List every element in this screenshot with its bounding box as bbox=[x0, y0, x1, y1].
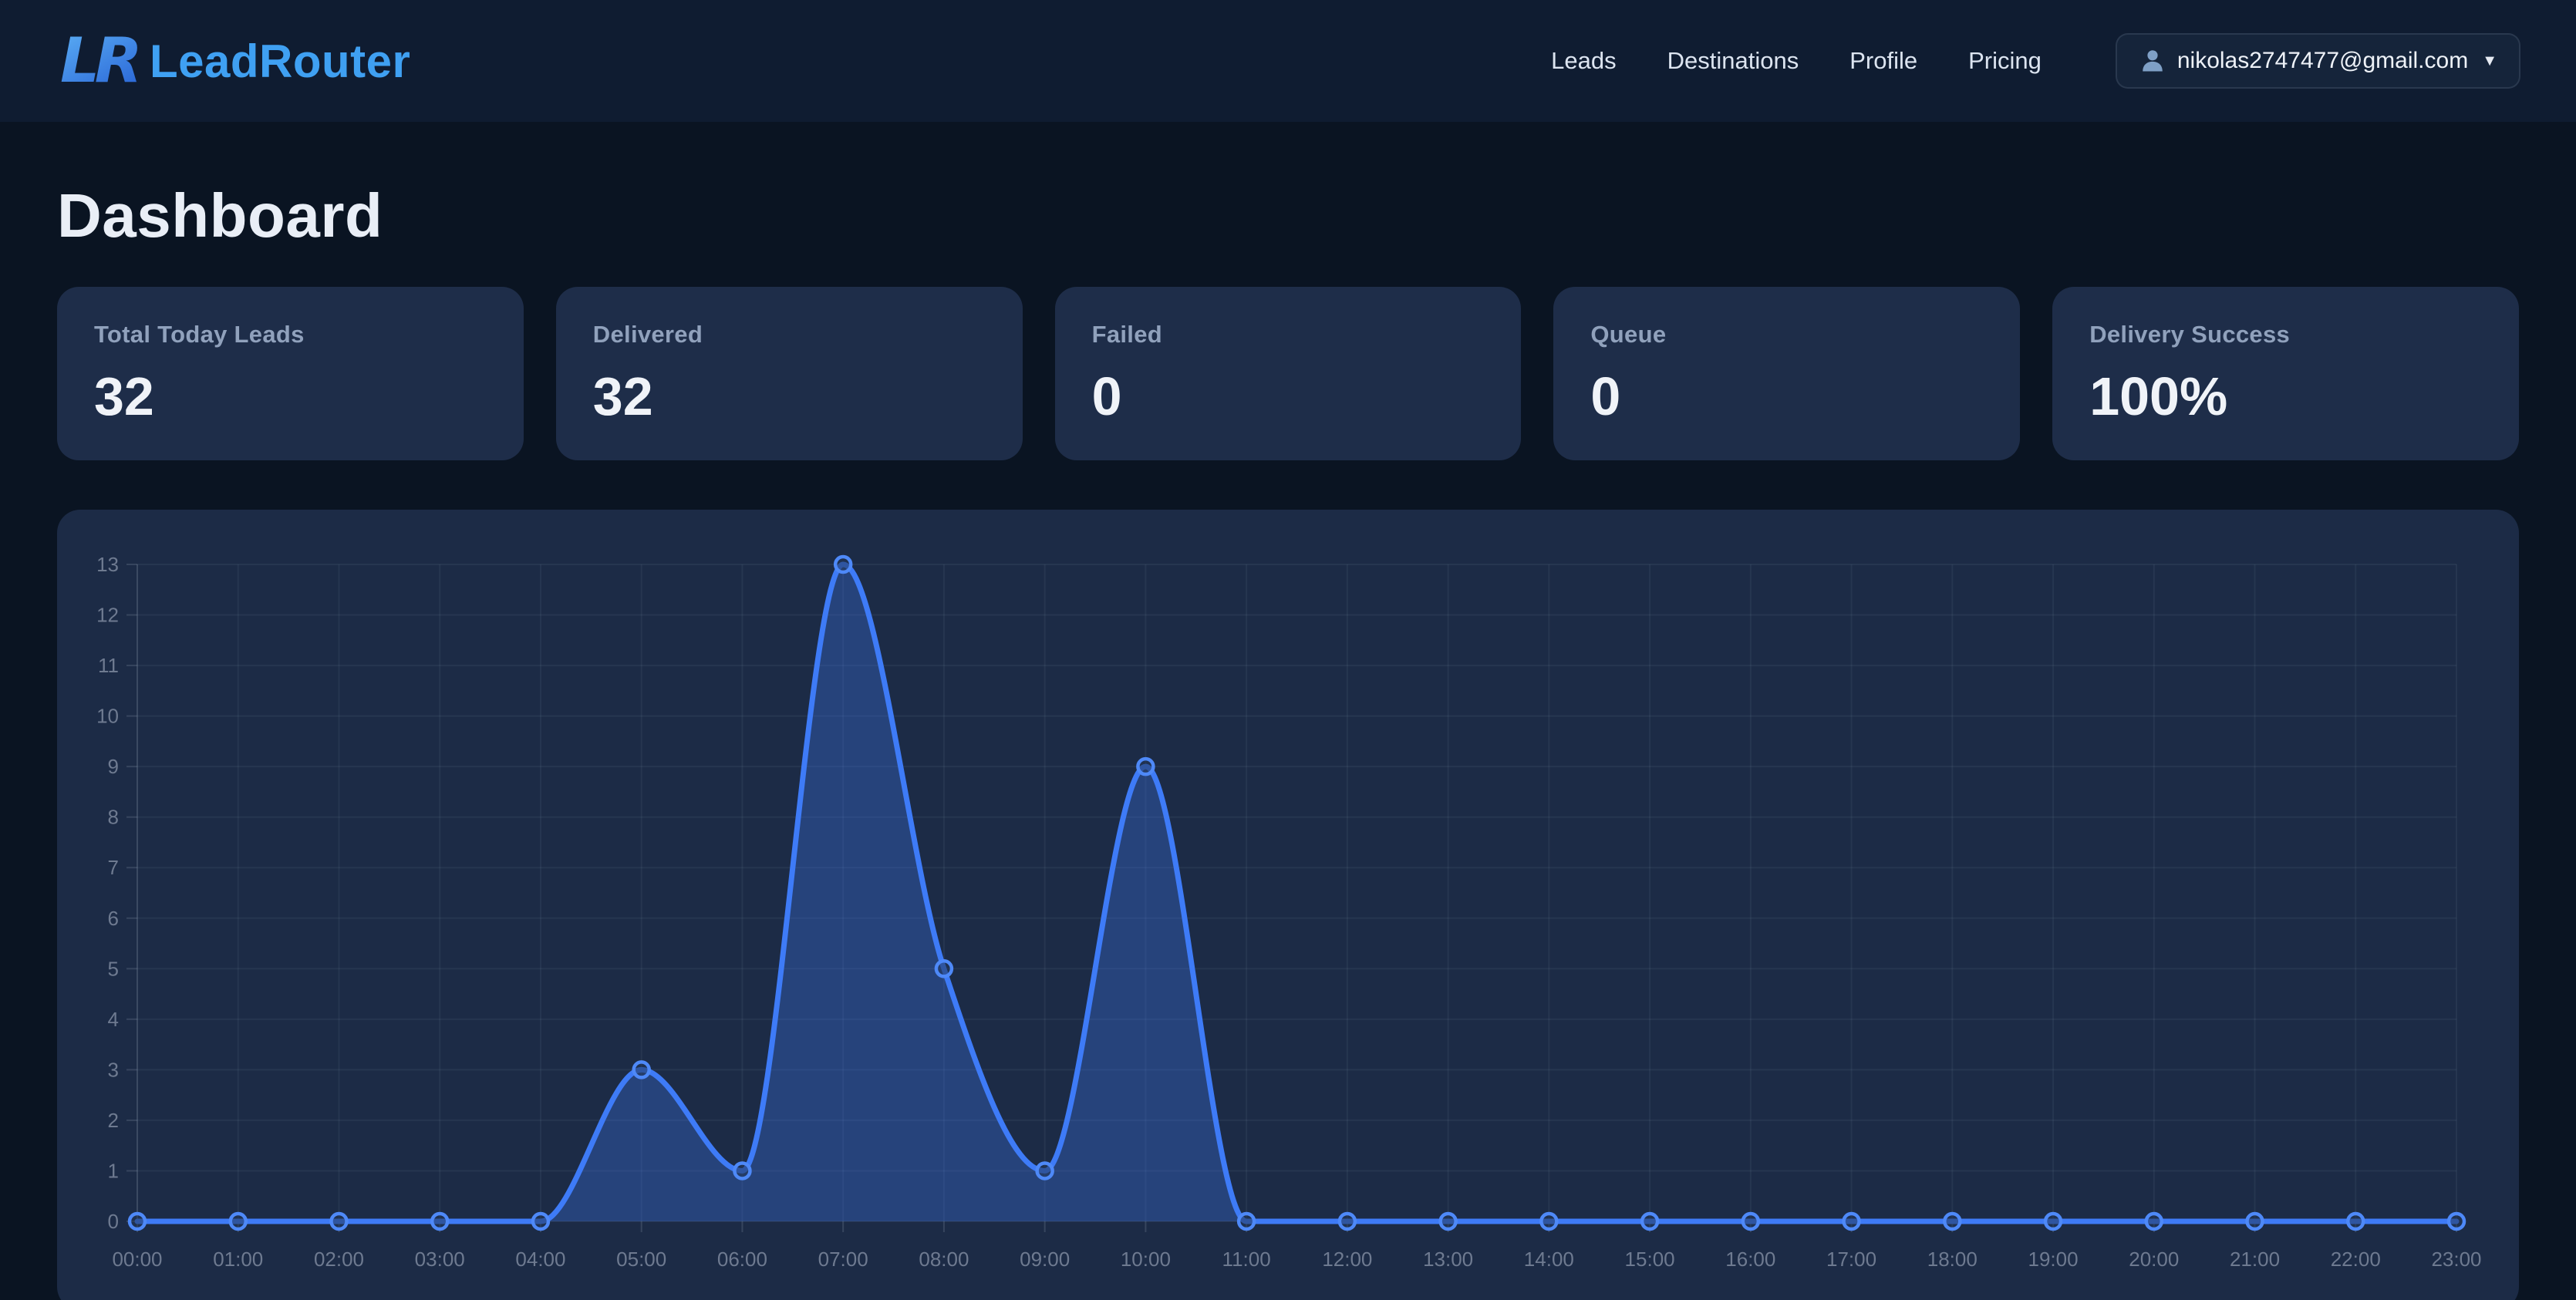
x-tick-label: 23:00 bbox=[2431, 1248, 2481, 1271]
dashboard-page: Dashboard Total Today Leads 32 Delivered… bbox=[0, 180, 2576, 1300]
y-tick-label: 3 bbox=[108, 1058, 119, 1081]
y-tick-label: 0 bbox=[108, 1210, 119, 1233]
data-point bbox=[1541, 1214, 1556, 1229]
data-point bbox=[432, 1214, 447, 1229]
data-point bbox=[331, 1214, 346, 1229]
x-tick-label: 07:00 bbox=[818, 1248, 868, 1271]
x-tick-label: 20:00 bbox=[2129, 1248, 2179, 1271]
series-line bbox=[137, 564, 2456, 1221]
x-tick-label: 05:00 bbox=[616, 1248, 666, 1271]
data-point bbox=[231, 1214, 246, 1229]
data-point bbox=[2045, 1214, 2061, 1229]
stat-label: Total Today Leads bbox=[94, 321, 487, 349]
x-tick-label: 00:00 bbox=[112, 1248, 162, 1271]
x-tick-label: 15:00 bbox=[1625, 1248, 1675, 1271]
x-tick-label: 19:00 bbox=[2028, 1248, 2079, 1271]
y-tick-label: 7 bbox=[108, 856, 119, 879]
y-tick-label: 11 bbox=[98, 654, 119, 677]
y-tick-label: 1 bbox=[108, 1159, 119, 1182]
stat-value: 32 bbox=[593, 365, 986, 427]
top-nav-bar: LR LeadRouter Leads Destinations Profile… bbox=[0, 0, 2576, 122]
data-point bbox=[1944, 1214, 1960, 1229]
data-point bbox=[1844, 1214, 1860, 1229]
data-point bbox=[936, 961, 952, 976]
data-point bbox=[533, 1214, 548, 1229]
data-point bbox=[2348, 1214, 2363, 1229]
x-tick-label: 04:00 bbox=[515, 1248, 565, 1271]
nav-item-destinations[interactable]: Destinations bbox=[1667, 47, 1799, 75]
user-email: nikolas2747477@gmail.com bbox=[2177, 48, 2468, 74]
data-point bbox=[1037, 1163, 1053, 1178]
data-point bbox=[1239, 1214, 1254, 1229]
stats-row: Total Today Leads 32 Delivered 32 Failed… bbox=[57, 287, 2519, 460]
data-point bbox=[1642, 1214, 1657, 1229]
data-point bbox=[130, 1214, 145, 1229]
x-tick-label: 22:00 bbox=[2331, 1248, 2381, 1271]
y-tick-label: 12 bbox=[96, 604, 119, 627]
data-point bbox=[1743, 1214, 1758, 1229]
data-point bbox=[1441, 1214, 1456, 1229]
x-tick-label: 16:00 bbox=[1725, 1248, 1775, 1271]
stat-label: Failed bbox=[1092, 321, 1485, 349]
main-nav: Leads Destinations Profile Pricing bbox=[1551, 47, 2042, 75]
stat-card-failed: Failed 0 bbox=[1055, 287, 1522, 460]
x-tick-label: 08:00 bbox=[919, 1248, 969, 1271]
stat-label: Queue bbox=[1590, 321, 1983, 349]
y-tick-label: 4 bbox=[108, 1008, 119, 1031]
series-area-fill bbox=[137, 564, 2456, 1221]
stat-label: Delivery Success bbox=[2089, 321, 2482, 349]
stat-value: 0 bbox=[1590, 365, 1983, 427]
x-tick-label: 10:00 bbox=[1121, 1248, 1171, 1271]
stat-value: 100% bbox=[2089, 365, 2482, 427]
x-tick-label: 17:00 bbox=[1826, 1248, 1876, 1271]
user-avatar-icon bbox=[2139, 47, 2166, 75]
x-tick-label: 02:00 bbox=[314, 1248, 364, 1271]
brand-logo[interactable]: LR LeadRouter bbox=[56, 18, 410, 104]
x-tick-label: 13:00 bbox=[1423, 1248, 1473, 1271]
stat-card-queue: Queue 0 bbox=[1553, 287, 2020, 460]
y-tick-label: 13 bbox=[96, 553, 119, 576]
user-menu-button[interactable]: nikolas2747477@gmail.com ▼ bbox=[2116, 33, 2520, 89]
data-point bbox=[734, 1163, 750, 1178]
data-point bbox=[2247, 1214, 2263, 1229]
data-point bbox=[835, 557, 851, 572]
data-point bbox=[1138, 759, 1153, 774]
y-tick-label: 8 bbox=[108, 806, 119, 829]
leadrouter-logo-icon: LR bbox=[56, 18, 142, 104]
brand-name: LeadRouter bbox=[150, 35, 410, 88]
stat-card-delivered: Delivered 32 bbox=[556, 287, 1023, 460]
leads-per-hour-chart-panel: 01234567891011121300:0001:0002:0003:0004… bbox=[57, 510, 2519, 1300]
data-point bbox=[2449, 1214, 2464, 1229]
data-point bbox=[1340, 1214, 1355, 1229]
leads-area-chart: 01234567891011121300:0001:0002:0003:0004… bbox=[57, 510, 2519, 1300]
page-title: Dashboard bbox=[57, 180, 2519, 251]
x-tick-label: 14:00 bbox=[1524, 1248, 1574, 1271]
y-tick-label: 2 bbox=[108, 1109, 119, 1132]
x-tick-label: 09:00 bbox=[1020, 1248, 1070, 1271]
stat-card-total-today-leads: Total Today Leads 32 bbox=[57, 287, 524, 460]
y-tick-label: 9 bbox=[108, 755, 119, 778]
data-point bbox=[2146, 1214, 2162, 1229]
x-tick-label: 03:00 bbox=[415, 1248, 465, 1271]
y-tick-label: 10 bbox=[96, 705, 119, 728]
nav-item-leads[interactable]: Leads bbox=[1551, 47, 1616, 75]
y-tick-label: 6 bbox=[108, 907, 119, 930]
stat-value: 0 bbox=[1092, 365, 1485, 427]
data-point bbox=[634, 1062, 649, 1077]
stat-card-delivery-success: Delivery Success 100% bbox=[2052, 287, 2519, 460]
logo-monogram: LR bbox=[60, 25, 138, 97]
chevron-down-icon: ▼ bbox=[2482, 52, 2497, 70]
y-tick-label: 5 bbox=[108, 957, 119, 980]
nav-item-pricing[interactable]: Pricing bbox=[1968, 47, 2042, 75]
stat-label: Delivered bbox=[593, 321, 986, 349]
x-tick-label: 01:00 bbox=[213, 1248, 263, 1271]
nav-item-profile[interactable]: Profile bbox=[1849, 47, 1917, 75]
x-tick-label: 06:00 bbox=[717, 1248, 767, 1271]
x-tick-label: 18:00 bbox=[1927, 1248, 1978, 1271]
x-tick-label: 11:00 bbox=[1222, 1248, 1271, 1271]
x-tick-label: 12:00 bbox=[1322, 1248, 1372, 1271]
x-tick-label: 21:00 bbox=[2230, 1248, 2280, 1271]
stat-value: 32 bbox=[94, 365, 487, 427]
